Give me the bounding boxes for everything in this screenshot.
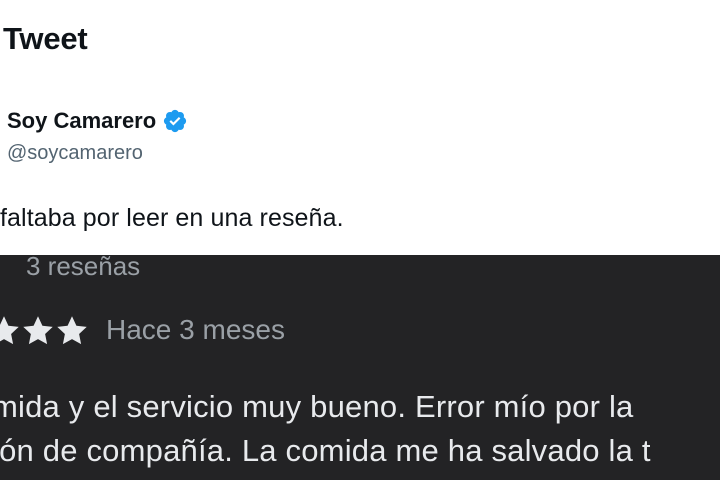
review-text: mida y el servicio muy bueno. Error mío … xyxy=(0,385,651,473)
review-text-line: mida y el servicio muy bueno. Error mío … xyxy=(0,389,634,424)
star-icon xyxy=(0,316,19,345)
review-screenshot-image: 3 reseñas Hace 3 meses mida y el servici… xyxy=(0,255,720,480)
author-block: Soy Camarero xyxy=(7,108,188,134)
review-date: Hace 3 meses xyxy=(106,314,285,345)
review-count: 3 reseñas xyxy=(26,255,141,281)
verified-badge-icon xyxy=(164,109,187,133)
tweet-card: Tweet Soy Camarero @soycamarero faltaba … xyxy=(0,0,720,255)
author-name-link[interactable]: Soy Camarero xyxy=(7,108,188,134)
star-icon xyxy=(23,316,53,345)
author-handle[interactable]: @soycamarero xyxy=(7,142,143,165)
review-text-line: ión de compañía. La comida me ha salvado… xyxy=(0,433,651,468)
star-rating xyxy=(0,313,88,349)
star-icon xyxy=(57,316,87,345)
tweet-text: faltaba por leer en una reseña. xyxy=(0,204,344,232)
page-title: Tweet xyxy=(3,21,88,56)
author-display-name: Soy Camarero xyxy=(7,108,157,133)
